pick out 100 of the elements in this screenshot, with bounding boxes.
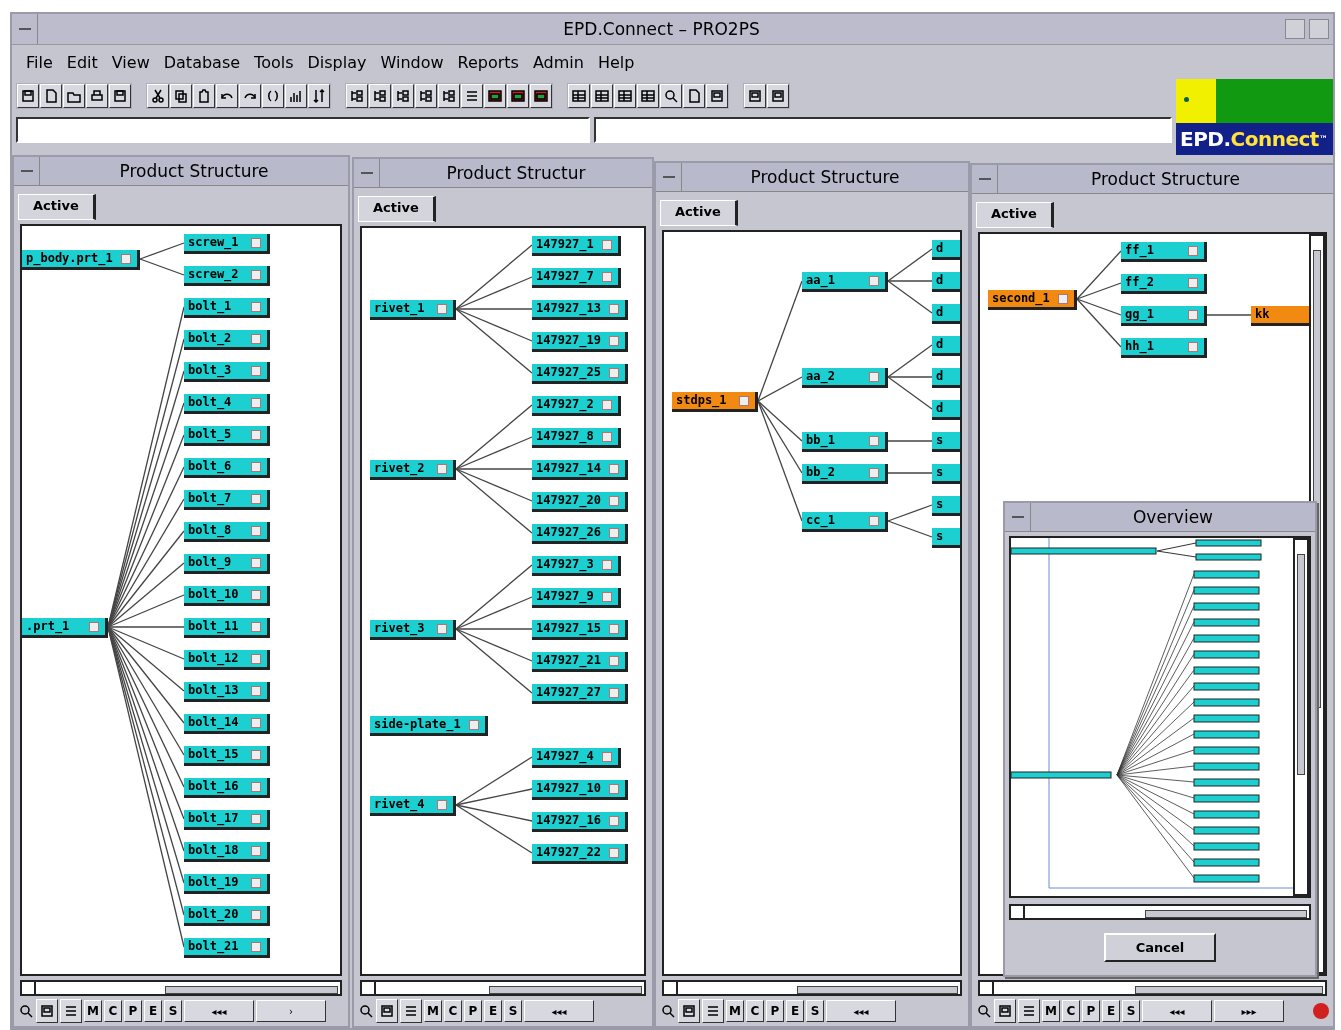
letter-button[interactable]: M [1042, 1000, 1060, 1022]
tree-node[interactable]: 147927_14 [532, 460, 629, 480]
node-square-icon[interactable] [251, 302, 261, 312]
input-field[interactable] [16, 117, 590, 143]
scissors-button[interactable] [147, 84, 169, 108]
node-square-icon[interactable] [601, 432, 612, 442]
node-square-icon[interactable] [609, 624, 620, 634]
letter-button[interactable]: P [464, 1000, 482, 1022]
node-square-icon[interactable] [869, 468, 879, 478]
node-square-icon[interactable] [869, 436, 879, 446]
menu-item[interactable]: Help [597, 52, 635, 72]
letter-button[interactable]: P [124, 1000, 142, 1022]
frame-button[interactable] [376, 999, 398, 1023]
tree-node[interactable]: 147927_22 [532, 844, 629, 864]
letter-button[interactable]: E [786, 1000, 804, 1022]
node-square-icon[interactable] [251, 686, 261, 696]
tree-node[interactable]: bolt_13 [184, 682, 270, 702]
tree-node[interactable]: rivet_2 [370, 460, 456, 480]
letter-button[interactable]: S [164, 1000, 182, 1022]
tree-node[interactable]: bolt_12 [184, 650, 270, 670]
letter-button[interactable]: P [1082, 1000, 1100, 1022]
tree-node[interactable]: second_1 [988, 290, 1077, 310]
navigation-button[interactable]: ◂◂◂ [826, 1000, 896, 1022]
node-square-icon[interactable] [251, 430, 261, 440]
tree-node[interactable]: bolt_20 [184, 906, 270, 926]
node-square-icon[interactable] [251, 462, 261, 472]
node-square-icon[interactable] [609, 688, 620, 698]
letter-button[interactable]: C [444, 1000, 462, 1022]
node-square-icon[interactable] [251, 782, 261, 792]
letter-button[interactable]: S [806, 1000, 824, 1022]
brackets-button[interactable] [262, 84, 284, 108]
tree-node[interactable]: 147927_21 [532, 652, 629, 672]
node-square-icon[interactable] [251, 654, 261, 664]
node-square-icon[interactable] [601, 592, 612, 602]
frame-button[interactable] [678, 999, 700, 1023]
letter-button[interactable]: M [84, 1000, 102, 1022]
node-square-icon[interactable] [609, 304, 620, 314]
node-square-icon[interactable] [601, 272, 612, 282]
node-square-icon[interactable] [1188, 278, 1198, 288]
sort-button[interactable] [308, 84, 330, 108]
node-square-icon[interactable] [251, 334, 261, 344]
node-square-icon[interactable] [251, 846, 261, 856]
printer-button[interactable] [86, 84, 108, 108]
tree-node[interactable]: screw_2 [184, 266, 270, 286]
tree-button[interactable] [369, 84, 391, 108]
tree-node[interactable]: bolt_8 [184, 522, 270, 542]
tree-node[interactable]: s [932, 432, 960, 452]
node-square-icon[interactable] [601, 240, 612, 250]
menu-item[interactable]: Window [380, 52, 444, 72]
tree-node[interactable]: bolt_9 [184, 554, 270, 574]
menu-item[interactable]: Display [307, 52, 367, 72]
list-button[interactable] [400, 999, 422, 1023]
horizontal-scrollbar[interactable] [360, 980, 646, 996]
tree-node[interactable]: bolt_3 [184, 362, 270, 382]
node-square-icon[interactable] [251, 750, 261, 760]
node-square-icon[interactable] [251, 398, 261, 408]
menu-item[interactable]: Edit [66, 52, 98, 72]
menu-item[interactable]: Reports [457, 52, 519, 72]
menu-item[interactable]: File [26, 52, 53, 72]
tree-node[interactable]: p_body.prt_1 [22, 250, 140, 270]
list-button[interactable] [461, 84, 483, 108]
tree-node[interactable]: 147927_27 [532, 684, 629, 704]
frame-button[interactable] [767, 84, 789, 108]
node-square-icon[interactable] [1188, 342, 1198, 352]
tree-node[interactable]: 147927_7 [532, 268, 621, 288]
node-square-icon[interactable] [437, 464, 447, 474]
tree-node[interactable]: bolt_18 [184, 842, 270, 862]
menu-item[interactable]: Admin [532, 52, 584, 72]
search-icon[interactable] [660, 1003, 676, 1019]
tree-node[interactable]: bolt_1 [184, 298, 270, 318]
list-button[interactable] [1018, 999, 1040, 1023]
tree-node[interactable]: bb_2 [802, 464, 888, 484]
navigation-button[interactable]: ▸▸▸ [1214, 1000, 1284, 1022]
tree-node[interactable]: 147927_4 [532, 748, 621, 768]
tree-node[interactable]: kk [1251, 306, 1309, 326]
table-button[interactable] [614, 84, 636, 108]
letter-button[interactable]: M [726, 1000, 744, 1022]
tree-node[interactable]: ff_2 [1121, 274, 1207, 294]
horizontal-scrollbar[interactable] [662, 980, 962, 996]
letter-button[interactable]: E [1102, 1000, 1120, 1022]
node-square-icon[interactable] [1057, 294, 1068, 304]
node-square-icon[interactable] [609, 336, 620, 346]
node-square-icon[interactable] [437, 624, 447, 634]
node-square-icon[interactable] [251, 942, 261, 952]
node-square-icon[interactable] [251, 878, 261, 888]
tree-node[interactable]: gg_1 [1121, 306, 1207, 326]
folder-button[interactable] [63, 84, 85, 108]
tree-node[interactable]: bolt_11 [184, 618, 270, 638]
node-square-icon[interactable] [251, 590, 261, 600]
node-square-icon[interactable] [601, 560, 612, 570]
tree-node[interactable]: hh_1 [1121, 338, 1207, 358]
tree-node[interactable]: 147927_26 [532, 524, 629, 544]
horizontal-scrollbar[interactable] [20, 980, 342, 996]
letter-button[interactable]: S [1122, 1000, 1140, 1022]
tree-node[interactable]: rivet_3 [370, 620, 456, 640]
tree-node[interactable]: aa_1 [802, 272, 888, 292]
tree-node[interactable]: 147927_2 [532, 396, 621, 416]
tree-node[interactable]: d [932, 336, 960, 356]
tree-node[interactable]: d [932, 400, 960, 420]
tree-node[interactable]: .prt_1 [22, 618, 108, 638]
